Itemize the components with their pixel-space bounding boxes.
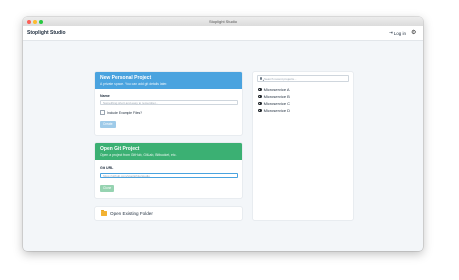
project-item[interactable]: Microservice A	[258, 87, 290, 92]
personal-project-subtitle: A private space. You can add git details…	[100, 81, 168, 86]
project-label: Microservice C	[263, 101, 291, 106]
personal-project-card: New Personal Project A private space. Yo…	[95, 72, 242, 135]
include-examples-label: Include Example Files?	[107, 110, 143, 115]
name-label: Name	[100, 94, 110, 98]
app-window: Stoplight Studio Stoplight Studio ⇥ Log …	[23, 17, 423, 251]
project-label: Microservice B	[263, 94, 290, 99]
include-examples-row[interactable]: Include Example Files?	[100, 110, 142, 115]
github-icon	[258, 108, 262, 113]
project-label: Microservice D	[263, 108, 291, 113]
github-icon	[258, 94, 262, 99]
git-url-label: Git URL	[100, 166, 114, 170]
open-folder-card[interactable]: Open Existing Folder	[95, 207, 242, 220]
login-label: Log in	[393, 30, 407, 36]
git-project-subtitle: Open a project from GitHub, GitLab, Bitb…	[100, 152, 177, 157]
git-project-card: Open Git Project Open a project from Git…	[95, 143, 242, 198]
project-label: Microservice A	[263, 87, 290, 92]
search-icon	[259, 77, 263, 80]
login-button[interactable]: ⇥ Log in	[389, 30, 406, 36]
name-input[interactable]: Something short and easy to remember...	[100, 100, 238, 105]
login-icon: ⇥	[389, 30, 393, 35]
github-icon	[258, 87, 262, 92]
include-examples-checkbox[interactable]	[100, 110, 105, 115]
git-url-input[interactable]: https://github.com/stoplightio/studio	[100, 173, 238, 178]
app-header: Stoplight Studio ⇥ Log in ⚙	[23, 26, 423, 41]
search-placeholder: Search recent projects...	[264, 77, 297, 82]
window-title: Stoplight Studio	[208, 18, 238, 24]
project-item[interactable]: Microservice B	[258, 94, 290, 99]
project-item[interactable]: Microservice C	[258, 101, 290, 106]
recent-projects-search[interactable]: Search recent projects...	[257, 75, 349, 82]
personal-project-header: New Personal Project A private space. Yo…	[95, 72, 242, 89]
clone-button[interactable]: Clone	[100, 185, 115, 192]
personal-project-title: New Personal Project	[100, 75, 152, 81]
folder-icon	[101, 210, 107, 216]
open-folder-label: Open Existing Folder	[110, 210, 153, 216]
app-name: Stoplight Studio	[27, 30, 66, 36]
recent-projects-panel: Search recent projects... Microservice A…	[253, 72, 353, 220]
git-project-title: Open Git Project	[100, 146, 140, 152]
gear-icon[interactable]: ⚙	[411, 30, 416, 36]
git-project-header: Open Git Project Open a project from Git…	[95, 143, 242, 160]
create-button[interactable]: Create	[100, 121, 116, 128]
project-item[interactable]: Microservice D	[258, 108, 290, 113]
github-icon	[258, 101, 262, 106]
